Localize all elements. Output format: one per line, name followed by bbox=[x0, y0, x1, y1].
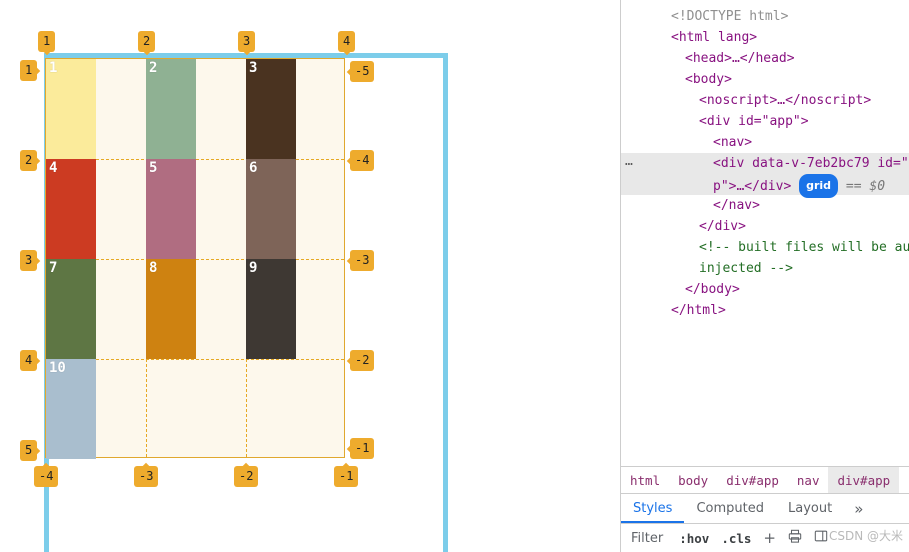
grid-column-tag-4[interactable]: 4 bbox=[338, 31, 356, 52]
more-options-icon[interactable]: … bbox=[625, 153, 634, 174]
div-close-text: </div> bbox=[699, 219, 746, 234]
dollar-zero-ref: $0 bbox=[869, 179, 886, 194]
doctype-text: <!DOCTYPE html> bbox=[671, 9, 789, 24]
dom-row-html-open[interactable]: <html lang> bbox=[621, 27, 909, 48]
grid-row-tag-3[interactable]: 3 bbox=[20, 250, 38, 271]
styles-filter-bar: Filter :hov .cls + bbox=[621, 523, 909, 552]
dom-row-selected-grid-div-wrap[interactable]: p">…</div> grid == $0 bbox=[621, 174, 909, 198]
breadcrumb-item-html[interactable]: html bbox=[621, 467, 669, 494]
dom-row-noscript[interactable]: <noscript>…</noscript> bbox=[621, 90, 909, 111]
grid-item-7[interactable]: 7 bbox=[46, 259, 96, 359]
selected-div-text-line2: p">…</div> bbox=[713, 179, 792, 194]
dom-row-nav-close[interactable]: </nav> bbox=[621, 195, 909, 216]
dom-row-selected-grid-div[interactable]: … <div data-v-7eb2bc79 id="a bbox=[621, 153, 909, 174]
div-app-open-text: <div id="app"> bbox=[699, 114, 809, 129]
dom-row-nav-open[interactable]: <nav> bbox=[621, 132, 909, 153]
grid-item-label: 9 bbox=[249, 260, 258, 276]
grid-item-1[interactable]: 1 bbox=[46, 59, 96, 159]
dom-row-html-close[interactable]: </html> bbox=[621, 300, 909, 321]
filter-input[interactable]: Filter bbox=[621, 531, 673, 546]
grid-row-tag-1[interactable]: 1 bbox=[20, 60, 38, 81]
grid-column-tag-1[interactable]: 1 bbox=[38, 31, 56, 52]
plus-icon[interactable]: + bbox=[757, 529, 782, 547]
breadcrumb-item-div-app[interactable]: div#app bbox=[717, 467, 788, 494]
breadcrumb-item-nav[interactable]: nav bbox=[788, 467, 829, 494]
nav-open-text: <nav> bbox=[713, 135, 753, 150]
dom-row-div-app-open[interactable]: <div id="app"> bbox=[621, 111, 909, 132]
tab-overflow-chevron-icon[interactable]: » bbox=[844, 494, 873, 523]
breadcrumb-item-body[interactable]: body bbox=[669, 467, 717, 494]
grid-item-2[interactable]: 2 bbox=[146, 59, 196, 159]
nav-close-text: </nav> bbox=[713, 198, 760, 213]
breadcrumb-item-div-app-selected[interactable]: div#app bbox=[828, 466, 900, 494]
html-open-text: <html lang> bbox=[671, 30, 758, 45]
grid-item-label: 3 bbox=[249, 60, 258, 76]
breadcrumb: html body div#app nav div#app bbox=[621, 466, 909, 494]
tab-layout[interactable]: Layout bbox=[776, 494, 844, 523]
grid-row-tag-neg-5[interactable]: -5 bbox=[350, 61, 375, 82]
head-text: <head>…</head> bbox=[685, 51, 795, 66]
grid-item-label: 5 bbox=[149, 160, 158, 176]
grid-item-4[interactable]: 4 bbox=[46, 159, 96, 259]
grid-item-label: 1 bbox=[49, 60, 58, 76]
body-open-text: <body> bbox=[685, 72, 732, 87]
grid-item-3[interactable]: 3 bbox=[246, 59, 296, 159]
grid-row-tag-neg-3[interactable]: -3 bbox=[350, 250, 375, 271]
tab-computed[interactable]: Computed bbox=[684, 494, 776, 523]
grid-item-label: 10 bbox=[49, 360, 66, 376]
comment-text-line1: <!-- built files will be auto bbox=[699, 240, 909, 255]
print-icon[interactable] bbox=[782, 529, 808, 547]
grid-column-tag-2[interactable]: 2 bbox=[138, 31, 156, 52]
dom-row-div-close[interactable]: </div> bbox=[621, 216, 909, 237]
grid-item-label: 4 bbox=[49, 160, 58, 176]
grid-item-label: 7 bbox=[49, 260, 58, 276]
grid-item-label: 6 bbox=[249, 160, 258, 176]
hov-button[interactable]: :hov bbox=[673, 531, 715, 546]
tab-styles[interactable]: Styles bbox=[621, 494, 684, 523]
html-close-text: </html> bbox=[671, 303, 726, 318]
dom-row-head[interactable]: <head>…</head> bbox=[621, 48, 909, 69]
dom-row-comment-line1[interactable]: <!-- built files will be auto bbox=[621, 237, 909, 258]
dom-row-doctype[interactable]: <!DOCTYPE html> bbox=[621, 6, 909, 27]
body-close-text: </body> bbox=[685, 282, 740, 297]
equals-text: == bbox=[845, 179, 862, 194]
cls-button[interactable]: .cls bbox=[715, 531, 757, 546]
grid-row-tag-4[interactable]: 4 bbox=[20, 350, 38, 371]
grid-row-tag-neg-2[interactable]: -2 bbox=[350, 350, 375, 371]
panel-icon[interactable] bbox=[808, 529, 834, 547]
dom-row-body-open[interactable]: <body> bbox=[621, 69, 909, 90]
grid-column-tag-neg-1[interactable]: -1 bbox=[334, 466, 359, 487]
page-viewport: 1 2 3 4 5 6 7 8 9 10 1 2 3 4 -4 -3 -2 -1… bbox=[0, 0, 620, 552]
grid-item-label: 8 bbox=[149, 260, 158, 276]
grid-item-8[interactable]: 8 bbox=[146, 259, 196, 359]
devtools-panel: <!DOCTYPE html> <html lang> <head>…</hea… bbox=[620, 0, 909, 552]
noscript-text: <noscript>…</noscript> bbox=[699, 93, 872, 108]
devtools-tab-strip: Styles Computed Layout » bbox=[621, 493, 909, 523]
grid-column-tag-3[interactable]: 3 bbox=[238, 31, 256, 52]
grid-row-tag-5[interactable]: 5 bbox=[20, 440, 38, 461]
grid-row-tag-neg-4[interactable]: -4 bbox=[350, 150, 375, 171]
dom-tree[interactable]: <!DOCTYPE html> <html lang> <head>…</hea… bbox=[621, 0, 909, 466]
grid-item-6[interactable]: 6 bbox=[246, 159, 296, 259]
grid-item-label: 2 bbox=[149, 60, 158, 76]
dom-row-body-close[interactable]: </body> bbox=[621, 279, 909, 300]
grid-item-9[interactable]: 9 bbox=[246, 259, 296, 359]
grid-container-overlay: 1 2 3 4 5 6 7 8 9 10 bbox=[45, 58, 345, 459]
selected-div-text-line1: <div data-v-7eb2bc79 id="a bbox=[713, 156, 909, 171]
comment-text-line2: injected --> bbox=[699, 261, 793, 276]
dom-row-comment-line2[interactable]: injected --> bbox=[621, 258, 909, 279]
grid-row-tag-2[interactable]: 2 bbox=[20, 150, 38, 171]
grid-column-tag-neg-4[interactable]: -4 bbox=[34, 466, 59, 487]
grid-row-tag-neg-1[interactable]: -1 bbox=[350, 438, 375, 459]
grid-column-tag-neg-3[interactable]: -3 bbox=[134, 466, 159, 487]
grid-item-5[interactable]: 5 bbox=[146, 159, 196, 259]
grid-column-tag-neg-2[interactable]: -2 bbox=[234, 466, 259, 487]
grid-item-10[interactable]: 10 bbox=[46, 359, 96, 459]
